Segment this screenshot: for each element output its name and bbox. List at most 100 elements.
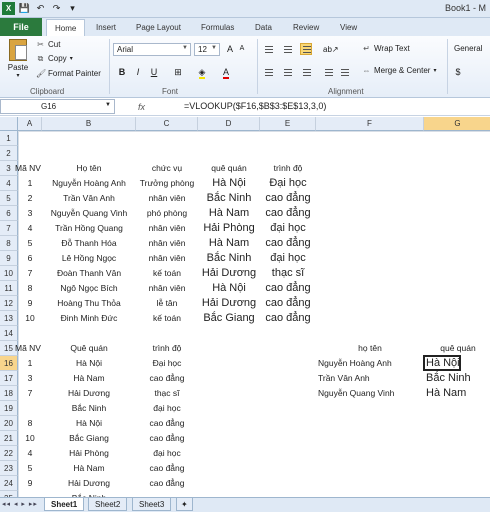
table1-cell[interactable]: cao đẳng [262,311,314,326]
cut-button[interactable]: ✂ Cut [36,40,60,49]
table2-cell[interactable]: cao đẳng [138,476,196,491]
table1-cell[interactable]: Đoàn Thanh Vân [44,266,134,281]
bold-button[interactable]: B [116,66,128,78]
table2-cell[interactable]: Hải Phòng [44,446,134,461]
table2-cell[interactable]: Bắc Giang [44,431,134,446]
tab-review[interactable]: Review [293,19,319,36]
font-size-combo[interactable]: 12 ▼ [194,43,220,56]
table2-cell[interactable]: Bắc Ninh [44,401,134,416]
table1-cell[interactable]: nhân viên [138,191,196,206]
table1-cell[interactable]: Hà Nội [200,176,258,191]
tab-formulas[interactable]: Formulas [201,19,234,36]
align-top-button[interactable] [262,43,274,55]
row-header-16[interactable]: 16 [0,356,18,371]
sheet-nav-arrows-icon[interactable]: ◂◂ ◂ ▸ ▸▸ [2,500,38,508]
font-name-combo[interactable]: Arial ▼ [113,43,191,56]
table1-cell[interactable]: nhân viên [138,251,196,266]
table2-cell[interactable]: cao đẳng [138,461,196,476]
table1-cell[interactable]: Hà Nội [200,281,258,296]
row-header-7[interactable]: 7 [0,221,18,236]
formula-input[interactable]: =VLOOKUP($F16,$B$3:$E$13,3,0) [184,101,326,111]
column-header-d[interactable]: D [198,117,260,131]
table1-cell[interactable]: 8 [20,281,40,296]
grow-font-icon[interactable]: A [224,43,236,55]
align-left-button[interactable] [262,66,274,78]
table1-cell[interactable]: Đại học [262,176,314,191]
table1-cell[interactable]: 6 [20,251,40,266]
table2-cell[interactable] [20,401,40,416]
fill-color-icon[interactable]: ◈ [196,66,208,79]
tab-page-layout[interactable]: Page Layout [136,19,181,36]
table2-cell[interactable]: đại học [138,401,196,416]
italic-button[interactable]: I [132,66,144,78]
table1-cell[interactable]: 1 [20,176,40,191]
redo-icon[interactable]: ↷ [50,2,63,15]
table1-cell[interactable]: Hải Phòng [200,221,258,236]
name-box[interactable]: G16 ▼ [0,99,115,114]
table2-cell[interactable]: Hải Dương [44,386,134,401]
decrease-indent-icon[interactable] [322,66,334,78]
row-header-17[interactable]: 17 [0,371,18,386]
table2-cell[interactable]: thạc sĩ [138,386,196,401]
table2-cell[interactable]: 5 [20,461,40,476]
merge-center-button[interactable]: ⇔ Merge & Center ▾ [362,66,437,75]
column-header-c[interactable]: C [136,117,198,131]
row-header-9[interactable]: 9 [0,251,18,266]
worksheet-grid[interactable]: A B C D E F G 1 2 3 4 5 6 7 8 9 10 11 12 13 14 15 16 17 18 19 20 21… [0,117,490,497]
table2-header-cell[interactable]: trình độ [138,341,196,356]
tab-view[interactable]: View [340,19,357,36]
table1-cell[interactable]: Đỗ Thanh Hóa [44,236,134,251]
column-header-b[interactable]: B [42,117,136,131]
row-header-12[interactable]: 12 [0,296,18,311]
row-header-8[interactable]: 8 [0,236,18,251]
shrink-font-icon[interactable]: A [236,43,248,55]
row-header-21[interactable]: 21 [0,431,18,446]
number-format-combo[interactable]: General [451,43,489,56]
row-header-4[interactable]: 4 [0,176,18,191]
table2-cell[interactable]: Hà Nam [44,371,134,386]
table2-cell[interactable]: Hà Nam [44,461,134,476]
tab-home[interactable]: Home [46,19,86,36]
column-header-a[interactable]: A [18,117,42,131]
insert-function-icon[interactable]: fx [138,102,145,112]
wrap-text-button[interactable]: ↵ Wrap Text [362,44,410,53]
table1-cell[interactable]: Bắc Giang [200,311,258,326]
row-header-2[interactable]: 2 [0,146,18,161]
table1-cell[interactable]: cao đẳng [262,281,314,296]
table1-cell[interactable]: đại học [262,251,314,266]
font-color-icon[interactable]: A [220,66,232,79]
table2-cell[interactable]: 1 [20,356,40,371]
paste-button[interactable]: Paste ▾ [5,39,31,83]
lookup-name-cell[interactable]: Trần Vân Anh [318,371,422,386]
table1-cell[interactable]: kế toán [138,266,196,281]
row-header-23[interactable]: 23 [0,461,18,476]
table1-cell[interactable]: Trưởng phòng [138,176,196,191]
table1-cell[interactable]: Bắc Ninh [200,191,258,206]
row-header-1[interactable]: 1 [0,131,18,146]
align-bottom-button[interactable] [300,43,312,55]
table1-cell[interactable]: Lê Hồng Ngọc [44,251,134,266]
table1-header-cell[interactable]: Mã NV [15,161,41,176]
table2-cell[interactable]: cao đẳng [138,416,196,431]
table1-cell[interactable]: Hoàng Thu Thỏa [44,296,134,311]
table1-cell[interactable]: 7 [20,266,40,281]
align-center-button[interactable] [281,66,293,78]
table2-cell[interactable]: 3 [20,371,40,386]
table1-cell[interactable]: 2 [20,191,40,206]
lookup-result-cell[interactable]: Bắc Ninh [426,371,490,386]
table2-cell[interactable]: 4 [20,446,40,461]
column-header-e[interactable]: E [260,117,316,131]
save-icon[interactable]: 💾 [18,2,31,15]
table1-cell[interactable]: kế toán [138,311,196,326]
table1-cell[interactable]: Ngô Ngọc Bích [44,281,134,296]
row-header-6[interactable]: 6 [0,206,18,221]
table1-cell[interactable]: 3 [20,206,40,221]
table2-cell[interactable]: 8 [20,416,40,431]
sheet-tab-1[interactable]: Sheet1 [44,498,85,511]
table1-cell[interactable]: Nguyễn Hoàng Anh [44,176,134,191]
table2-cell[interactable]: Đại học [138,356,196,371]
copy-dropdown-icon[interactable]: ▾ [70,55,73,62]
table1-cell[interactable]: 10 [20,311,40,326]
table1-cell[interactable]: Hà Nam [200,236,258,251]
tab-data[interactable]: Data [255,19,272,36]
